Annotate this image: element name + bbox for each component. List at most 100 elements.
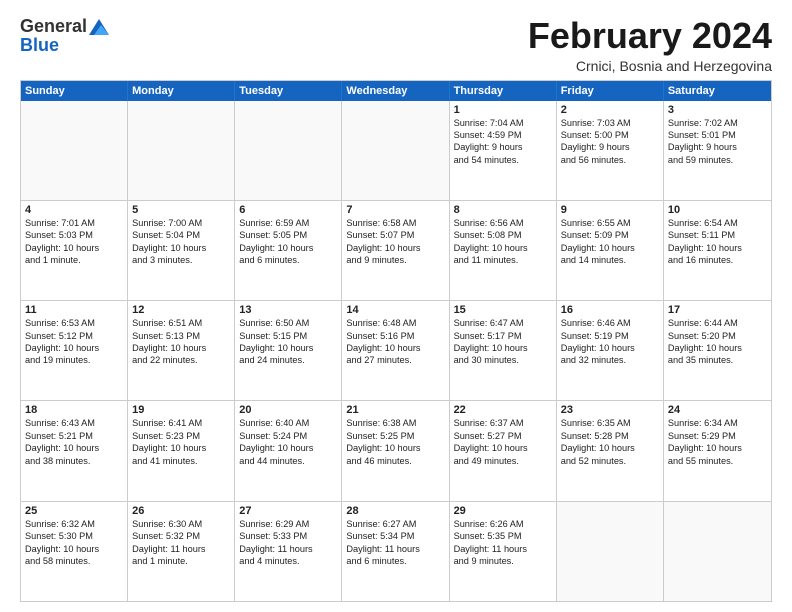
day-number: 1 — [454, 104, 552, 116]
cell-line: and 41 minutes. — [132, 455, 230, 467]
day-number: 8 — [454, 204, 552, 216]
cell-line: Sunset: 5:17 PM — [454, 330, 552, 342]
day-number: 12 — [132, 304, 230, 316]
cell-line: and 3 minutes. — [132, 254, 230, 266]
cell-line: Sunrise: 6:29 AM — [239, 518, 337, 530]
cell-line: Sunrise: 6:38 AM — [346, 417, 444, 429]
day-number: 3 — [668, 104, 767, 116]
calendar-header: SundayMondayTuesdayWednesdayThursdayFrid… — [21, 81, 771, 101]
cell-line: Sunset: 5:03 PM — [25, 229, 123, 241]
calendar-cell: 7Sunrise: 6:58 AMSunset: 5:07 PMDaylight… — [342, 201, 449, 300]
cell-line: and 6 minutes. — [239, 254, 337, 266]
weekday-header: Tuesday — [235, 81, 342, 101]
cell-line: Daylight: 10 hours — [239, 442, 337, 454]
cell-line: Daylight: 10 hours — [454, 242, 552, 254]
calendar-cell: 17Sunrise: 6:44 AMSunset: 5:20 PMDayligh… — [664, 301, 771, 400]
calendar-row: 11Sunrise: 6:53 AMSunset: 5:12 PMDayligh… — [21, 300, 771, 400]
day-number: 22 — [454, 404, 552, 416]
cell-line: Sunset: 5:34 PM — [346, 530, 444, 542]
weekday-header: Sunday — [21, 81, 128, 101]
cell-line: and 14 minutes. — [561, 254, 659, 266]
cell-line: Daylight: 10 hours — [668, 342, 767, 354]
cell-line: Sunset: 5:05 PM — [239, 229, 337, 241]
cell-line: Daylight: 10 hours — [454, 442, 552, 454]
cell-line: Sunset: 5:04 PM — [132, 229, 230, 241]
cell-line: Sunrise: 6:41 AM — [132, 417, 230, 429]
cell-line: Sunset: 5:01 PM — [668, 129, 767, 141]
cell-line: Daylight: 10 hours — [346, 342, 444, 354]
weekday-header: Saturday — [664, 81, 771, 101]
cell-line: and 44 minutes. — [239, 455, 337, 467]
cell-line: Sunrise: 7:04 AM — [454, 117, 552, 129]
calendar-cell: 19Sunrise: 6:41 AMSunset: 5:23 PMDayligh… — [128, 401, 235, 500]
cell-line: Sunrise: 6:59 AM — [239, 217, 337, 229]
cell-line: Sunrise: 6:50 AM — [239, 317, 337, 329]
cell-line: Daylight: 10 hours — [25, 442, 123, 454]
cell-line: Sunrise: 6:47 AM — [454, 317, 552, 329]
calendar-row: 25Sunrise: 6:32 AMSunset: 5:30 PMDayligh… — [21, 501, 771, 601]
cell-line: Sunset: 5:08 PM — [454, 229, 552, 241]
calendar-cell — [235, 101, 342, 200]
cell-line: Sunset: 5:16 PM — [346, 330, 444, 342]
cell-line: Daylight: 10 hours — [25, 342, 123, 354]
cell-line: Daylight: 10 hours — [132, 442, 230, 454]
calendar-cell — [342, 101, 449, 200]
cell-line: Sunset: 5:07 PM — [346, 229, 444, 241]
calendar-cell: 28Sunrise: 6:27 AMSunset: 5:34 PMDayligh… — [342, 502, 449, 601]
calendar-cell: 3Sunrise: 7:02 AMSunset: 5:01 PMDaylight… — [664, 101, 771, 200]
calendar-cell: 25Sunrise: 6:32 AMSunset: 5:30 PMDayligh… — [21, 502, 128, 601]
cell-line: Sunrise: 6:35 AM — [561, 417, 659, 429]
cell-line: Sunrise: 7:00 AM — [132, 217, 230, 229]
calendar-cell: 6Sunrise: 6:59 AMSunset: 5:05 PMDaylight… — [235, 201, 342, 300]
calendar-cell: 23Sunrise: 6:35 AMSunset: 5:28 PMDayligh… — [557, 401, 664, 500]
cell-line: Sunrise: 6:30 AM — [132, 518, 230, 530]
cell-line: Sunset: 5:21 PM — [25, 430, 123, 442]
calendar-cell: 27Sunrise: 6:29 AMSunset: 5:33 PMDayligh… — [235, 502, 342, 601]
cell-line: Sunrise: 6:37 AM — [454, 417, 552, 429]
calendar-row: 1Sunrise: 7:04 AMSunset: 4:59 PMDaylight… — [21, 101, 771, 200]
calendar: SundayMondayTuesdayWednesdayThursdayFrid… — [20, 80, 772, 602]
calendar-cell: 9Sunrise: 6:55 AMSunset: 5:09 PMDaylight… — [557, 201, 664, 300]
cell-line: Sunset: 5:00 PM — [561, 129, 659, 141]
cell-line: Sunset: 5:15 PM — [239, 330, 337, 342]
cell-line: and 9 minutes. — [346, 254, 444, 266]
cell-line: Sunrise: 6:27 AM — [346, 518, 444, 530]
cell-line: and 1 minute. — [132, 555, 230, 567]
day-number: 21 — [346, 404, 444, 416]
day-number: 28 — [346, 505, 444, 517]
day-number: 10 — [668, 204, 767, 216]
cell-line: Sunrise: 6:26 AM — [454, 518, 552, 530]
cell-line: Daylight: 11 hours — [346, 543, 444, 555]
cell-line: Daylight: 10 hours — [132, 342, 230, 354]
cell-line: Daylight: 10 hours — [668, 442, 767, 454]
cell-line: Sunrise: 6:44 AM — [668, 317, 767, 329]
day-number: 20 — [239, 404, 337, 416]
day-number: 7 — [346, 204, 444, 216]
calendar-cell: 5Sunrise: 7:00 AMSunset: 5:04 PMDaylight… — [128, 201, 235, 300]
cell-line: and 24 minutes. — [239, 354, 337, 366]
cell-line: Daylight: 9 hours — [454, 141, 552, 153]
cell-line: Sunset: 5:20 PM — [668, 330, 767, 342]
calendar-cell: 14Sunrise: 6:48 AMSunset: 5:16 PMDayligh… — [342, 301, 449, 400]
cell-line: Sunset: 5:25 PM — [346, 430, 444, 442]
calendar-cell: 13Sunrise: 6:50 AMSunset: 5:15 PMDayligh… — [235, 301, 342, 400]
day-number: 4 — [25, 204, 123, 216]
cell-line: Sunrise: 6:58 AM — [346, 217, 444, 229]
cell-line: Daylight: 9 hours — [561, 141, 659, 153]
cell-line: and 4 minutes. — [239, 555, 337, 567]
day-number: 23 — [561, 404, 659, 416]
calendar-cell: 12Sunrise: 6:51 AMSunset: 5:13 PMDayligh… — [128, 301, 235, 400]
cell-line: and 22 minutes. — [132, 354, 230, 366]
calendar-cell: 22Sunrise: 6:37 AMSunset: 5:27 PMDayligh… — [450, 401, 557, 500]
page: General Blue February 2024 Crnici, Bosni… — [0, 0, 792, 612]
cell-line: Sunrise: 7:03 AM — [561, 117, 659, 129]
day-number: 18 — [25, 404, 123, 416]
calendar-cell: 8Sunrise: 6:56 AMSunset: 5:08 PMDaylight… — [450, 201, 557, 300]
cell-line: Daylight: 10 hours — [132, 242, 230, 254]
cell-line: and 38 minutes. — [25, 455, 123, 467]
cell-line: Daylight: 10 hours — [561, 442, 659, 454]
cell-line: Sunset: 5:33 PM — [239, 530, 337, 542]
day-number: 27 — [239, 505, 337, 517]
calendar-cell: 29Sunrise: 6:26 AMSunset: 5:35 PMDayligh… — [450, 502, 557, 601]
day-number: 14 — [346, 304, 444, 316]
